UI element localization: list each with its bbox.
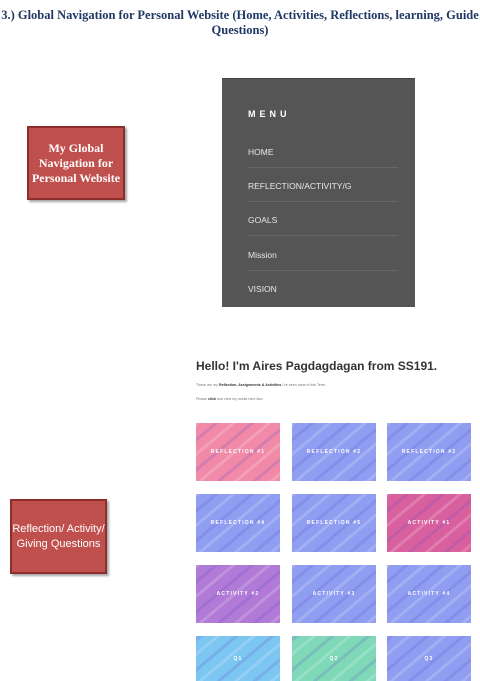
menu-item-mission[interactable]: Mission (248, 250, 398, 271)
card-q3[interactable]: Q3 (387, 636, 471, 681)
card-reflection-4[interactable]: REFLECTION #4 (196, 494, 280, 552)
card-activity-3[interactable]: ACTIVITY #3 (292, 565, 376, 623)
card-reflection-3[interactable]: REFLECTION #3 (387, 423, 471, 481)
card-activity-2[interactable]: ACTIVITY #2 (196, 565, 280, 623)
intro-line: These are my Reflection, Assignments & A… (196, 383, 326, 387)
menu-panel: MENU HOME REFLECTION/ACTIVITY/G GOALS Mi… (222, 78, 415, 307)
card-reflection-5[interactable]: REFLECTION #5 (292, 494, 376, 552)
site-title: Hello! I'm Aires Pagdagdagan from SS191. (196, 359, 438, 373)
menu-item-home[interactable]: HOME (248, 147, 398, 168)
global-navigation-label: My Global Navigation for Personal Websit… (27, 126, 125, 200)
menu-item-vision[interactable]: VISION (248, 284, 398, 304)
document-heading: 3.) Global Navigation for Personal Websi… (1, 8, 479, 37)
card-q2[interactable]: Q2 (292, 636, 376, 681)
card-reflection-1[interactable]: REFLECTION #1 (196, 423, 280, 481)
card-reflection-2[interactable]: REFLECTION #2 (292, 423, 376, 481)
menu-item-goals[interactable]: GOALS (248, 215, 398, 236)
card-activity-4[interactable]: ACTIVITY #4 (387, 565, 471, 623)
reflection-activity-label: Reflection/ Activity/ Giving Questions (10, 499, 107, 574)
card-q1[interactable]: Q1 (196, 636, 280, 681)
menu-title: MENU (248, 109, 291, 119)
menu-item-reflection[interactable]: REFLECTION/ACTIVITY/G (248, 181, 398, 202)
card-activity-1[interactable]: ACTIVITY #1 (387, 494, 471, 552)
click-line: Please click and view my works here fam. (196, 397, 264, 401)
